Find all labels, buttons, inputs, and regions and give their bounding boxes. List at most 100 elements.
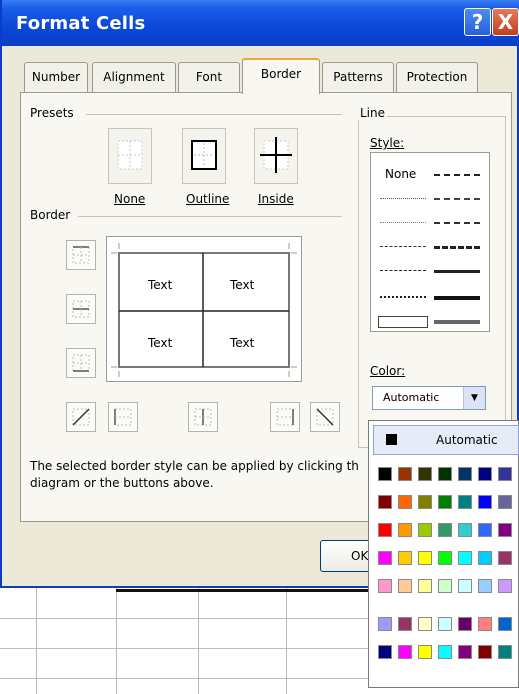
color-swatch[interactable]: [458, 551, 472, 565]
color-swatch[interactable]: [438, 579, 452, 593]
border-diagonal-down-button[interactable]: [310, 402, 340, 432]
line-style-option-selected[interactable]: [378, 316, 428, 328]
color-swatch[interactable]: [378, 645, 392, 659]
line-style-option[interactable]: [434, 174, 480, 176]
color-swatch[interactable]: [418, 551, 432, 565]
color-swatch[interactable]: [418, 579, 432, 593]
tab-border[interactable]: Border: [242, 58, 320, 94]
color-swatch[interactable]: [398, 617, 412, 631]
color-swatch[interactable]: [378, 467, 392, 481]
style-label: Style:: [370, 136, 405, 150]
color-swatch[interactable]: [438, 617, 452, 631]
color-swatch[interactable]: [418, 617, 432, 631]
color-swatch[interactable]: [498, 467, 512, 481]
border-right-icon: [276, 408, 294, 426]
color-swatch[interactable]: [478, 467, 492, 481]
color-swatch[interactable]: [458, 495, 472, 509]
color-swatch[interactable]: [458, 579, 472, 593]
color-swatch[interactable]: [418, 495, 432, 509]
line-style-option[interactable]: [380, 198, 426, 199]
color-swatch[interactable]: [418, 523, 432, 537]
color-swatch[interactable]: [478, 617, 492, 631]
color-swatch[interactable]: [378, 551, 392, 565]
color-swatch[interactable]: [498, 579, 512, 593]
color-dropdown[interactable]: Automatic ▼: [372, 386, 486, 410]
color-swatch[interactable]: [378, 495, 392, 509]
color-swatch[interactable]: [438, 523, 452, 537]
color-swatch[interactable]: [438, 551, 452, 565]
border-diagonal-up-button[interactable]: [66, 402, 96, 432]
color-swatch[interactable]: [498, 495, 512, 509]
selected-range-border: [116, 589, 384, 592]
color-swatch[interactable]: [458, 645, 472, 659]
color-swatch[interactable]: [458, 467, 472, 481]
color-swatch[interactable]: [438, 495, 452, 509]
color-swatch[interactable]: [418, 467, 432, 481]
border-bottom-button[interactable]: [66, 348, 96, 378]
color-swatch[interactable]: [398, 579, 412, 593]
color-swatch[interactable]: [378, 579, 392, 593]
color-swatch[interactable]: [378, 523, 392, 537]
color-swatch[interactable]: [438, 467, 452, 481]
color-swatch[interactable]: [498, 551, 512, 565]
tab-patterns[interactable]: Patterns: [322, 62, 394, 92]
chevron-down-icon[interactable]: ▼: [463, 387, 485, 409]
line-style-option[interactable]: [380, 296, 426, 298]
line-style-option[interactable]: [434, 296, 480, 300]
color-swatch[interactable]: [398, 495, 412, 509]
line-style-option[interactable]: [434, 198, 480, 200]
color-swatch[interactable]: [398, 523, 412, 537]
color-swatch[interactable]: [398, 645, 412, 659]
color-swatch[interactable]: [498, 617, 512, 631]
color-swatch[interactable]: [478, 495, 492, 509]
line-style-none-option[interactable]: None: [385, 167, 416, 181]
line-style-option[interactable]: [380, 222, 426, 223]
border-left-icon: [114, 408, 132, 426]
border-top-button[interactable]: [66, 240, 96, 270]
preview-cell-text: Text: [230, 278, 255, 292]
title-bar[interactable]: Format Cells ? X: [2, 0, 519, 46]
preset-inside-button[interactable]: [254, 128, 298, 184]
line-style-option[interactable]: [434, 222, 480, 224]
border-left-button[interactable]: [108, 402, 138, 432]
color-swatch[interactable]: [478, 645, 492, 659]
color-swatch[interactable]: [498, 645, 512, 659]
border-inside-horizontal-button[interactable]: [66, 294, 96, 324]
color-swatch[interactable]: [458, 617, 472, 631]
preset-outline-button[interactable]: [182, 128, 226, 184]
line-style-list[interactable]: None: [370, 152, 490, 332]
color-label: Color:: [370, 364, 406, 378]
preset-outline-label: Outline: [186, 192, 230, 206]
preset-none-icon: [117, 140, 143, 170]
color-swatch[interactable]: [498, 523, 512, 537]
line-style-option[interactable]: [380, 246, 426, 247]
color-swatch[interactable]: [438, 645, 452, 659]
color-swatch[interactable]: [398, 551, 412, 565]
preset-outline-icon: [191, 140, 217, 170]
border-inside-vertical-icon: [194, 408, 212, 426]
preview-cell-text: Text: [148, 278, 173, 292]
color-swatch[interactable]: [398, 467, 412, 481]
line-style-option[interactable]: [434, 320, 480, 324]
border-right-button[interactable]: [270, 402, 300, 432]
color-dropdown-value: Automatic: [383, 391, 440, 404]
close-button[interactable]: X: [492, 8, 519, 36]
line-style-option[interactable]: [434, 270, 480, 273]
color-swatch[interactable]: [478, 523, 492, 537]
tab-protection[interactable]: Protection: [396, 62, 478, 92]
preset-none-button[interactable]: [108, 128, 152, 184]
tab-number[interactable]: Number: [24, 62, 88, 92]
color-swatch[interactable]: [418, 645, 432, 659]
help-button[interactable]: ?: [464, 8, 491, 36]
tab-font[interactable]: Font: [178, 62, 240, 92]
line-style-option[interactable]: [434, 246, 480, 249]
color-swatch[interactable]: [458, 523, 472, 537]
color-swatch[interactable]: [478, 579, 492, 593]
border-preview-diagram[interactable]: [106, 236, 302, 382]
automatic-color-option[interactable]: Automatic: [373, 425, 519, 455]
border-inside-vertical-button[interactable]: [188, 402, 218, 432]
tab-alignment[interactable]: Alignment: [92, 62, 176, 92]
color-swatch[interactable]: [478, 551, 492, 565]
line-style-option[interactable]: [380, 270, 426, 271]
color-swatch[interactable]: [378, 617, 392, 631]
